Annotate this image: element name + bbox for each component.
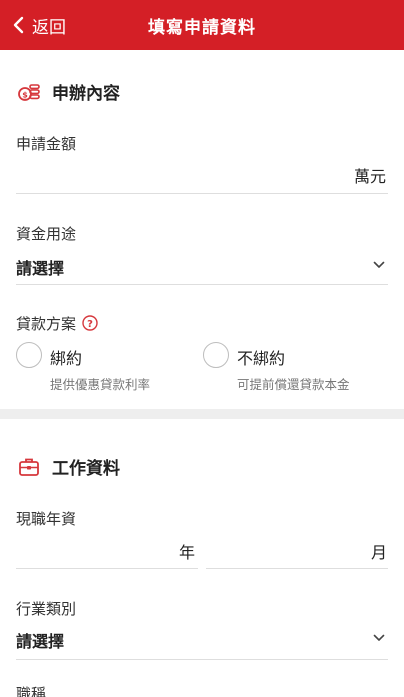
section-divider	[0, 409, 404, 419]
industry-label: 行業類別	[16, 600, 77, 618]
industry-select-value[interactable]: 請選擇	[16, 628, 64, 652]
help-icon[interactable]: ?	[82, 315, 98, 331]
svg-text:?: ?	[87, 319, 93, 330]
plan-option-unbound-radio[interactable]	[203, 342, 229, 368]
plan-option-bound-radio[interactable]	[16, 342, 42, 368]
plan-option-bound-label[interactable]: 綁約	[50, 345, 82, 369]
plan-option-unbound-label[interactable]: 不綁約	[237, 345, 285, 369]
seniority-label: 現職年資	[16, 510, 77, 528]
purpose-select[interactable]	[16, 284, 388, 285]
svg-text:$: $	[22, 90, 28, 99]
industry-select[interactable]	[16, 659, 388, 660]
seniority-year-input[interactable]	[16, 568, 198, 569]
purpose-select-value[interactable]: 請選擇	[16, 255, 64, 279]
plan-label: 貸款方案	[16, 315, 77, 333]
seniority-year-unit: 年	[179, 543, 196, 562]
seniority-month-unit: 月	[371, 543, 388, 562]
coins-icon: $	[18, 83, 40, 101]
amount-unit: 萬元	[353, 167, 386, 186]
purpose-label: 資金用途	[16, 225, 77, 243]
job-section-title: 工作資料	[52, 459, 120, 479]
chevron-down-icon[interactable]	[373, 261, 385, 269]
job-title-label: 職稱	[16, 685, 47, 697]
chevron-down-icon[interactable]	[373, 634, 385, 642]
plan-option-bound-description: 提供優惠貸款利率	[50, 377, 151, 392]
amount-input[interactable]	[16, 193, 388, 194]
briefcase-icon	[19, 458, 39, 476]
page-title: 填寫申請資料	[148, 18, 256, 38]
seniority-month-input[interactable]	[206, 568, 388, 569]
application-section-title: 申辦內容	[52, 84, 120, 104]
application-section-header: $ 申辦內容	[18, 79, 120, 104]
app-header: 返回 填寫申請資料	[0, 0, 404, 50]
amount-label: 申請金額	[16, 135, 77, 153]
job-section-header: 工作資料	[18, 454, 120, 479]
plan-option-unbound-description: 可提前償還貸款本金	[237, 377, 350, 392]
